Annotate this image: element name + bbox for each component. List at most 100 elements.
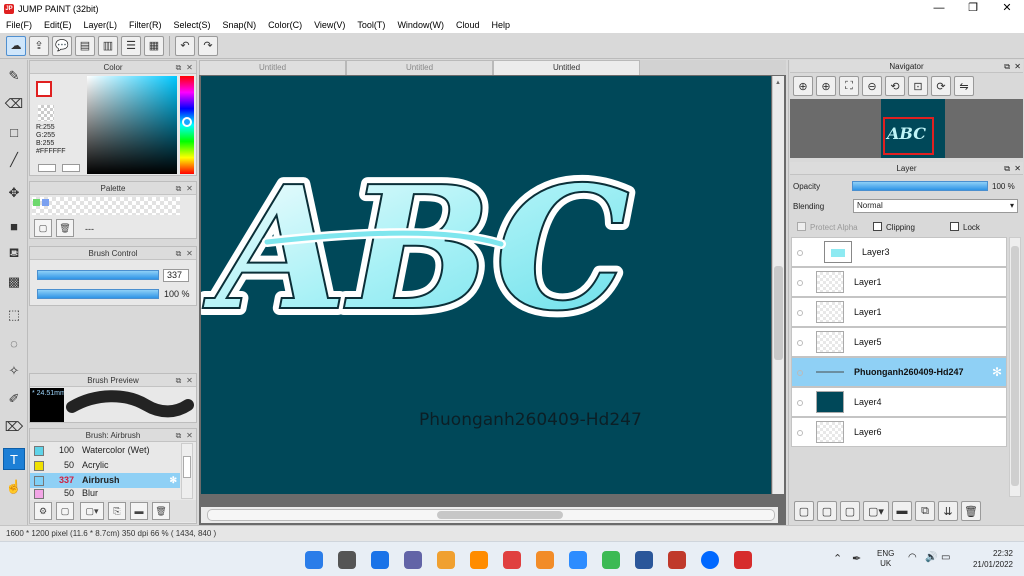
brush-tool-icon[interactable]: ✎ xyxy=(3,65,25,87)
brush-size-slider[interactable] xyxy=(37,270,159,280)
zoom-in-icon[interactable]: ⊕ xyxy=(816,76,836,96)
battery-icon[interactable]: ▭ xyxy=(941,552,950,563)
line-tool-icon[interactable]: ╱ xyxy=(3,149,25,171)
close-icon[interactable]: ✕ xyxy=(185,249,194,258)
popout-icon[interactable]: ⧉ xyxy=(1004,60,1010,73)
menu-layer[interactable]: Layer(L) xyxy=(78,20,124,30)
trash-icon[interactable]: 🗑 xyxy=(152,502,170,520)
doc-tab-active[interactable]: Untitled xyxy=(493,60,640,75)
layer-row[interactable]: Layer4 xyxy=(791,387,1007,417)
doc-tab[interactable]: Untitled xyxy=(346,60,493,75)
menu-help[interactable]: Help xyxy=(485,20,516,30)
select-eraser-icon[interactable]: ⌦ xyxy=(3,416,25,438)
color-mode-button[interactable] xyxy=(62,164,80,172)
brush-opacity-slider[interactable] xyxy=(37,289,159,299)
new-layer-icon[interactable]: ▢ xyxy=(794,501,814,521)
layer-row[interactable]: Layer3 xyxy=(791,237,1007,267)
new-palette-icon[interactable]: ▢ xyxy=(34,219,52,237)
zalo-icon[interactable] xyxy=(701,551,719,569)
layer-row[interactable]: Layer1 xyxy=(791,267,1007,297)
visibility-icon[interactable] xyxy=(797,250,803,256)
drawing-canvas[interactable]: ABC ABC Phuonganh260409-Hd247 xyxy=(201,76,771,494)
vlc-icon[interactable] xyxy=(470,551,488,569)
folder-icon[interactable]: ▬ xyxy=(130,502,148,520)
shape-tool-icon[interactable]: □ xyxy=(3,121,25,143)
share-icon[interactable]: ⇪ xyxy=(29,35,49,56)
menu-cloud[interactable]: Cloud xyxy=(450,20,486,30)
brush-list-scrollbar[interactable] xyxy=(181,443,193,499)
popout-icon[interactable]: ⧉ xyxy=(174,249,183,258)
minimize-button[interactable]: — xyxy=(922,0,956,17)
brush-settings-icon[interactable]: ⚙ xyxy=(34,502,52,520)
layer-row[interactable]: Layer6 xyxy=(791,417,1007,447)
close-icon[interactable]: ✕ xyxy=(185,376,194,385)
brush-item[interactable]: 50 Acrylic xyxy=(30,458,180,473)
zoom-out-icon[interactable]: ⊖ xyxy=(862,76,882,96)
menu-edit[interactable]: Edit(E) xyxy=(38,20,78,30)
pen-icon[interactable]: ✒ xyxy=(852,552,861,565)
maximize-button[interactable]: ❐ xyxy=(956,0,990,17)
brush-size-value[interactable]: 337 xyxy=(163,269,189,282)
file-explorer-icon[interactable] xyxy=(437,551,455,569)
protect-alpha-checkbox[interactable] xyxy=(797,222,806,231)
menu-file[interactable]: File(F) xyxy=(0,20,38,30)
page-icon[interactable]: ▥ xyxy=(98,35,118,56)
task-view-icon[interactable] xyxy=(338,551,356,569)
chat-icon[interactable] xyxy=(404,551,422,569)
volume-icon[interactable]: 🔊 xyxy=(925,552,937,563)
folder-icon[interactable]: ▬ xyxy=(892,501,912,521)
eraser-tool-icon[interactable]: ⌫ xyxy=(3,93,25,115)
close-icon[interactable]: ✕ xyxy=(1014,162,1021,175)
redo-icon[interactable]: ↷ xyxy=(198,35,218,56)
palette-swatches[interactable] xyxy=(32,197,180,215)
wifi-icon[interactable]: ◠ xyxy=(908,552,917,563)
popout-icon[interactable]: ⧉ xyxy=(174,376,183,385)
list-icon[interactable]: ☰ xyxy=(121,35,141,56)
grid-settings-icon[interactable]: ▦ xyxy=(144,35,164,56)
layer-row[interactable]: Layer5 xyxy=(791,327,1007,357)
jump-paint-taskbar-icon[interactable] xyxy=(734,551,752,569)
rotate-right-icon[interactable]: ⟳ xyxy=(931,76,951,96)
navigator-preview[interactable]: ABC xyxy=(790,99,1023,158)
layer-list-scrollbar[interactable] xyxy=(1009,237,1021,497)
copy-layer-icon[interactable]: ⧉ xyxy=(915,501,935,521)
popout-icon[interactable]: ⧉ xyxy=(174,63,183,72)
bucket-tool-icon[interactable]: ⛾ xyxy=(3,243,25,265)
reset-view-icon[interactable]: ⊡ xyxy=(908,76,928,96)
close-icon[interactable]: ✕ xyxy=(185,184,194,193)
app-icon[interactable] xyxy=(536,551,554,569)
menu-window[interactable]: Window(W) xyxy=(391,20,450,30)
menu-filter[interactable]: Filter(R) xyxy=(123,20,168,30)
color-mode-button[interactable] xyxy=(38,164,56,172)
app-icon[interactable] xyxy=(668,551,686,569)
zoom-app-icon[interactable] xyxy=(569,551,587,569)
add-layer-dropdown-icon[interactable]: ▢▾ xyxy=(863,501,889,521)
brush-item[interactable]: 50 Blur xyxy=(30,488,180,499)
menu-color[interactable]: Color(C) xyxy=(262,20,308,30)
widgets-icon[interactable] xyxy=(371,551,389,569)
merge-layer-icon[interactable]: ⇊ xyxy=(938,501,958,521)
undo-icon[interactable]: ↶ xyxy=(175,35,195,56)
language-indicator[interactable]: ENG UK xyxy=(877,549,894,569)
hand-tool-icon[interactable]: ☝ xyxy=(3,476,25,498)
new-layer-1bit-icon[interactable]: ▢ xyxy=(840,501,860,521)
lasso-select-icon[interactable]: ◌ xyxy=(3,332,25,354)
close-icon[interactable]: ✕ xyxy=(1014,60,1021,73)
rect-select-icon[interactable]: ⬚ xyxy=(3,304,25,326)
canvas-horizontal-scrollbar[interactable] xyxy=(201,507,778,523)
fit-window-icon[interactable]: ⛶ xyxy=(839,76,859,96)
trash-icon[interactable]: 🗑 xyxy=(961,501,981,521)
magic-wand-icon[interactable]: ✧ xyxy=(3,360,25,382)
fill-rect-tool-icon[interactable]: ■ xyxy=(3,215,25,237)
layer-row-selected[interactable]: Phuonganh260409-Hd247 ✻ xyxy=(791,357,1007,387)
zoom-fit-icon[interactable]: ⊕ xyxy=(793,76,813,96)
color-picker-square[interactable] xyxy=(87,76,177,174)
brush-add-dropdown-icon[interactable]: ▢▾ xyxy=(80,502,104,520)
windows-start-icon[interactable] xyxy=(305,551,323,569)
flip-icon[interactable]: ⇋ xyxy=(954,76,974,96)
text-tool-icon[interactable]: T xyxy=(3,448,25,470)
brush-item[interactable]: 100 Watercolor (Wet) xyxy=(30,443,180,458)
visibility-icon[interactable] xyxy=(797,280,803,286)
gear-icon[interactable]: ✻ xyxy=(169,473,177,488)
brush-item-selected[interactable]: 337 Airbrush ✻ xyxy=(30,473,180,488)
